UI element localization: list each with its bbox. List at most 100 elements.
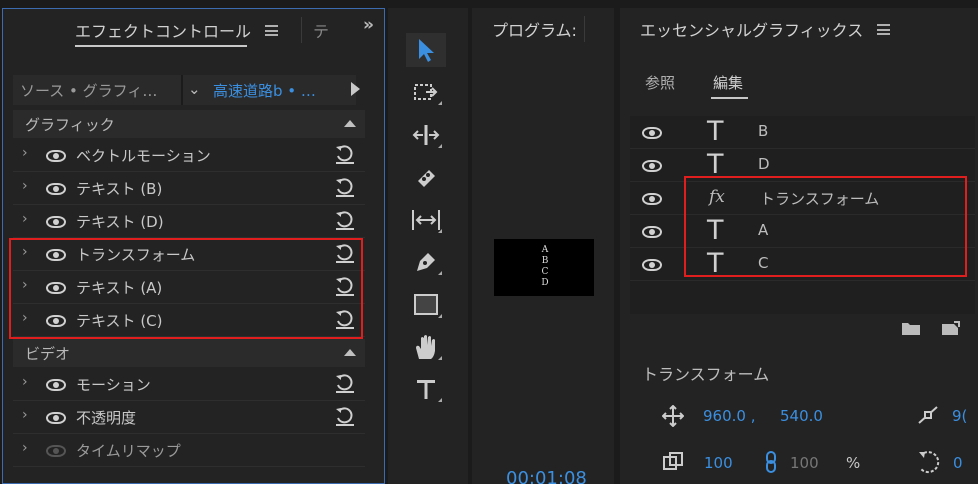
panel-menu-icon[interactable] xyxy=(877,24,890,35)
eye-icon[interactable] xyxy=(46,150,66,162)
program-preview[interactable]: A B C D xyxy=(494,239,594,296)
effect-row-text-d[interactable]: › テキスト (D) xyxy=(13,205,365,238)
eye-icon[interactable] xyxy=(46,412,66,424)
expand-chevron-icon[interactable]: › xyxy=(22,145,28,161)
position-x-value[interactable]: 960.0 , xyxy=(703,407,755,425)
percent-unit: % xyxy=(846,454,861,472)
effect-controls-panel: エフェクトコントロール テ » ソース • グラフィ… ⌄ 高速道路b • … … xyxy=(2,8,385,484)
effect-row-motion[interactable]: › モーション xyxy=(13,368,365,401)
effect-row-vector-motion[interactable]: › ベクトルモーション xyxy=(13,139,365,172)
source-divider xyxy=(181,75,183,105)
layer-name: B xyxy=(758,122,769,140)
eye-icon[interactable] xyxy=(642,193,662,205)
play-triangle-icon[interactable] xyxy=(351,82,360,96)
tool-flyout-indicator xyxy=(438,144,442,148)
tab-divider xyxy=(584,16,585,42)
layer-name: D xyxy=(758,155,770,173)
new-group-folder-icon[interactable] xyxy=(901,321,921,336)
reset-icon[interactable] xyxy=(334,143,356,165)
selection-tool[interactable] xyxy=(406,33,446,67)
highlight-box xyxy=(684,176,967,277)
scale-icon xyxy=(663,452,683,470)
tools-panel xyxy=(388,8,468,484)
eye-icon[interactable] xyxy=(642,259,662,271)
eye-icon[interactable] xyxy=(642,226,662,238)
tab-text[interactable]: テ xyxy=(313,18,329,42)
rotation-icon xyxy=(919,451,940,474)
overflow-tabs-icon[interactable]: » xyxy=(363,15,374,35)
tool-flyout-indicator xyxy=(438,314,442,318)
panel-menu-icon[interactable] xyxy=(265,25,278,36)
track-select-icon xyxy=(414,84,438,100)
scale-height-value[interactable]: 100 xyxy=(790,454,819,472)
tab-essential-graphics[interactable]: エッセンシャルグラフィックス xyxy=(640,17,863,41)
eye-icon[interactable] xyxy=(642,127,662,139)
new-layer-icon[interactable] xyxy=(940,321,960,336)
expand-chevron-icon[interactable]: › xyxy=(22,374,28,390)
reset-icon[interactable] xyxy=(334,209,356,231)
anchor-value[interactable]: 9( xyxy=(952,407,967,425)
section-header-graphics[interactable]: グラフィック xyxy=(13,110,365,138)
reset-icon[interactable] xyxy=(334,176,356,198)
slip-tool[interactable] xyxy=(406,203,446,237)
tab-browse[interactable]: 参照 xyxy=(645,72,675,93)
arrow-cursor-icon xyxy=(419,39,434,62)
effect-name: タイムリマップ xyxy=(76,442,181,460)
position-y-value[interactable]: 540.0 xyxy=(780,407,823,425)
reset-icon[interactable] xyxy=(334,405,356,427)
tab-edit[interactable]: 編集 xyxy=(713,72,743,93)
tool-flyout-indicator xyxy=(438,101,442,105)
collapse-arrow-icon[interactable] xyxy=(344,349,356,356)
type-tool[interactable] xyxy=(406,372,446,406)
effect-row-time-remap[interactable]: › タイムリマップ xyxy=(13,434,365,467)
section-header-video[interactable]: ビデオ xyxy=(13,339,365,367)
effect-name: テキスト (D) xyxy=(76,213,164,231)
layer-row-b[interactable]: T B xyxy=(630,116,975,149)
tool-flyout-indicator xyxy=(438,398,442,402)
program-monitor-panel: プログラム: A B C D 00:01:08 xyxy=(472,8,614,484)
collapse-arrow-icon[interactable] xyxy=(344,120,356,127)
source-selector: ソース • グラフィ… ⌄ 高速道路b • … xyxy=(13,75,356,105)
effect-name: テキスト (B) xyxy=(76,180,163,198)
transform-section-title: トランスフォーム xyxy=(642,365,770,384)
tab-program[interactable]: プログラム: xyxy=(492,17,577,41)
razor-icon xyxy=(418,170,435,187)
type-t-icon xyxy=(417,380,435,399)
hand-tool[interactable] xyxy=(406,330,446,364)
clip-instance-label[interactable]: 高速道路b • … xyxy=(213,80,316,101)
track-select-tool[interactable] xyxy=(406,75,446,109)
playhead-timecode[interactable]: 00:01:08 xyxy=(506,468,587,484)
tool-flyout-indicator xyxy=(438,271,442,275)
tab-effect-controls[interactable]: エフェクトコントロール xyxy=(75,18,251,42)
preview-letter: A xyxy=(541,245,549,255)
rectangle-tool[interactable] xyxy=(406,288,446,322)
effect-row-opacity[interactable]: › 不透明度 xyxy=(13,401,365,434)
expand-chevron-icon[interactable]: › xyxy=(22,178,28,194)
ripple-edit-icon xyxy=(412,125,440,145)
expand-chevron-icon[interactable]: › xyxy=(22,211,28,227)
tool-flyout-indicator xyxy=(438,356,442,360)
eye-icon[interactable] xyxy=(642,160,662,172)
eye-icon[interactable] xyxy=(46,183,66,195)
reset-icon[interactable] xyxy=(334,372,356,394)
effect-name: ベクトルモーション xyxy=(76,147,211,165)
effect-name: モーション xyxy=(76,376,151,394)
ripple-edit-tool[interactable] xyxy=(406,118,446,152)
eye-icon[interactable] xyxy=(46,379,66,391)
chevron-down-icon[interactable]: ⌄ xyxy=(188,80,201,98)
source-master-label[interactable]: ソース • グラフィ… xyxy=(20,80,157,101)
eye-icon[interactable] xyxy=(46,216,66,228)
rotation-value[interactable]: 0 xyxy=(953,454,963,472)
pen-tool[interactable] xyxy=(406,245,446,279)
effect-row-text-b[interactable]: › テキスト (B) xyxy=(13,172,365,205)
tab-divider xyxy=(301,17,302,43)
scale-value[interactable]: 100 xyxy=(704,454,733,472)
expand-chevron-icon[interactable]: › xyxy=(22,440,28,456)
link-icon[interactable] xyxy=(764,450,778,474)
section-label: ビデオ xyxy=(25,345,71,363)
expand-chevron-icon[interactable]: › xyxy=(22,407,28,423)
razor-tool[interactable] xyxy=(406,161,446,195)
pen-icon xyxy=(417,253,435,271)
preview-letter: C xyxy=(541,267,549,277)
eye-icon[interactable] xyxy=(46,445,66,457)
